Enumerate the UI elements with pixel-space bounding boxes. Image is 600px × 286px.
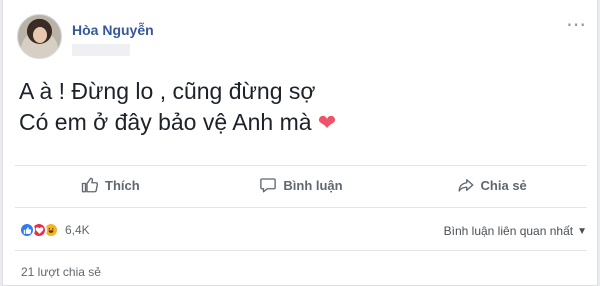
share-count[interactable]: 21 lượt chia sẻ xyxy=(21,265,101,279)
post-card: Hòa Nguyễn ⋯ A à ! Đừng lo , cũng đừng s… xyxy=(2,0,598,286)
reactions-summary[interactable] xyxy=(19,222,59,238)
avatar-face xyxy=(33,27,47,43)
share-button[interactable]: Chia sẻ xyxy=(396,166,587,204)
comment-sort-dropdown[interactable]: Bình luận liên quan nhất ▼ xyxy=(444,224,587,238)
post-stats: 6,4K Bình luận liên quan nhất ▼ xyxy=(15,222,587,242)
share-label: Chia sẻ xyxy=(480,177,527,193)
like-reaction-icon xyxy=(19,222,35,238)
heart-emoji-icon: ❤ xyxy=(317,110,337,135)
post-line-2: Có em ở đây bảo vệ Anh mà ❤ xyxy=(19,107,336,138)
like-label: Thích xyxy=(105,177,140,193)
post-line-2-text: Có em ở đây bảo vệ Anh mà xyxy=(19,109,312,135)
post-header: Hòa Nguyễn ⋯ xyxy=(17,14,587,66)
author-name[interactable]: Hòa Nguyễn xyxy=(72,22,154,38)
thumbs-up-icon xyxy=(81,177,99,193)
comment-label: Bình luận xyxy=(283,177,343,193)
reaction-count[interactable]: 6,4K xyxy=(65,223,90,237)
share-arrow-icon xyxy=(458,179,473,192)
more-options-icon[interactable]: ⋯ xyxy=(566,15,587,35)
post-line-1: A à ! Đừng lo , cũng đừng sợ xyxy=(19,78,316,104)
comment-sort-label: Bình luận liên quan nhất xyxy=(443,224,574,238)
caret-down-icon: ▼ xyxy=(577,225,587,237)
post-text: A à ! Đừng lo , cũng đừng sợ Có em ở đây… xyxy=(19,76,336,138)
post-meta-redacted xyxy=(72,44,130,56)
divider xyxy=(15,250,587,251)
like-button[interactable]: Thích xyxy=(15,166,206,204)
post-actions: Thích Bình luận Chia sẻ xyxy=(15,166,587,204)
comment-button[interactable]: Bình luận xyxy=(206,166,397,204)
divider xyxy=(15,207,587,208)
avatar[interactable] xyxy=(17,14,62,59)
comment-icon xyxy=(260,178,277,193)
